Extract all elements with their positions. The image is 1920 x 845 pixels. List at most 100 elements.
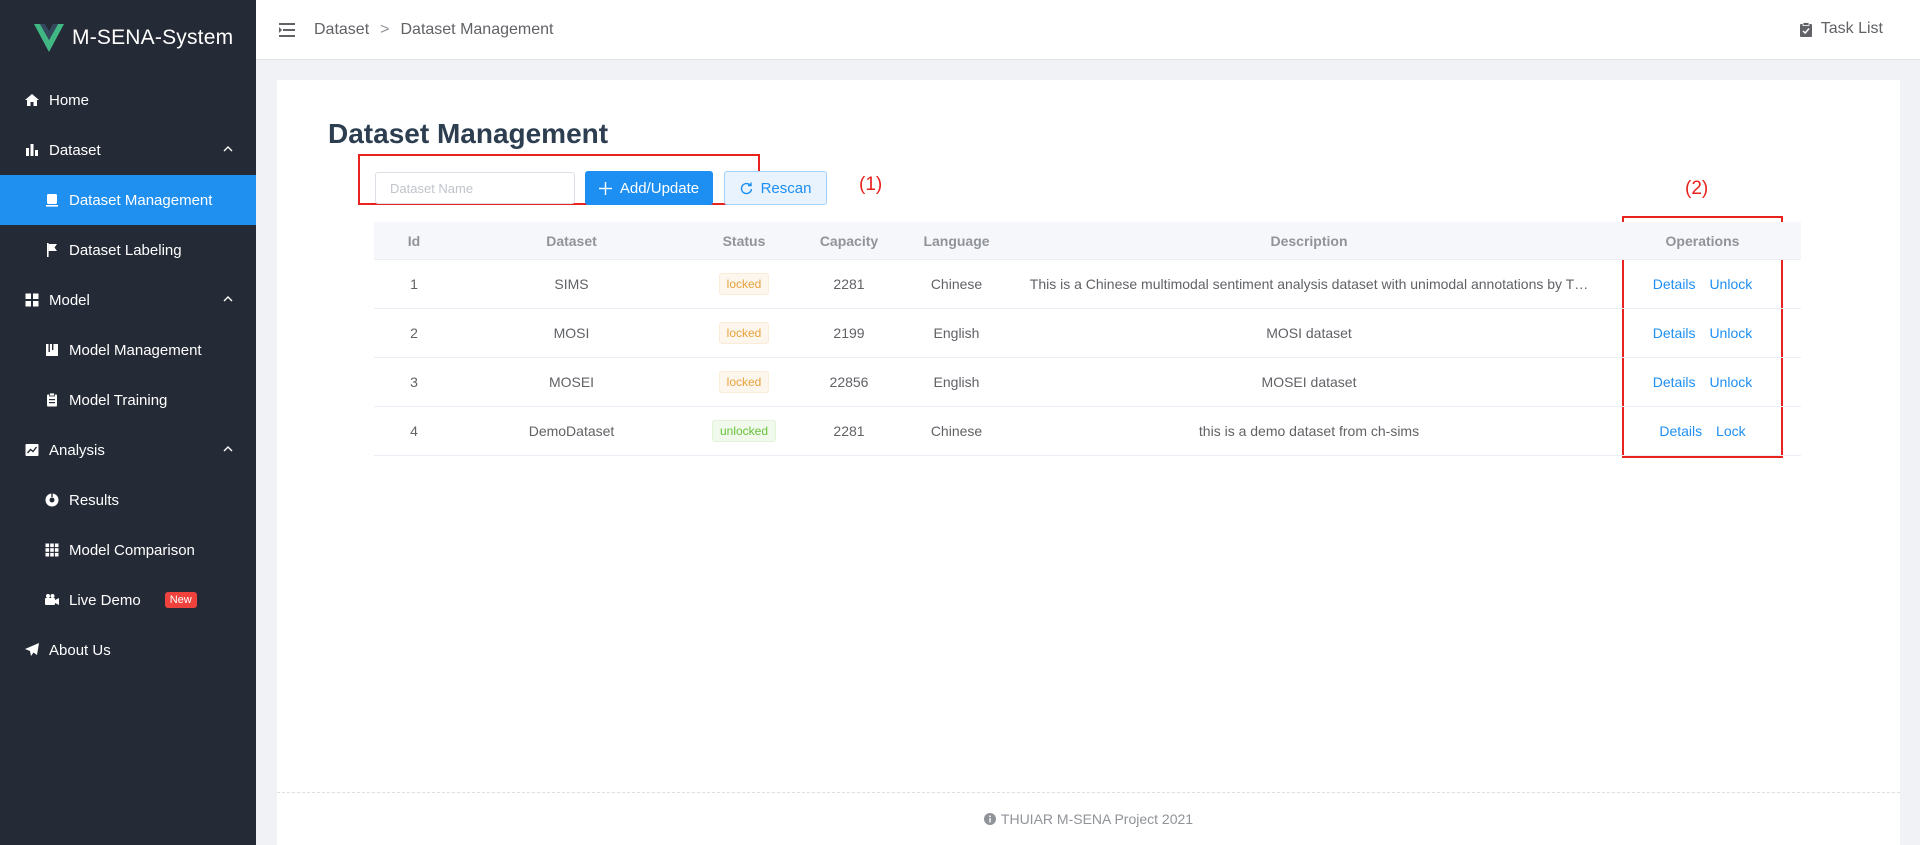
dataset-name-input[interactable] <box>375 172 575 204</box>
app-logo[interactable]: M-SENA-System <box>0 0 256 75</box>
cell-status: locked <box>689 273 799 295</box>
lock-link[interactable]: Lock <box>1716 423 1746 439</box>
plus-icon <box>598 181 612 195</box>
details-link[interactable]: Details <box>1653 374 1696 390</box>
rescan-button[interactable]: Rescan <box>724 171 827 205</box>
chevron-up-icon <box>223 446 233 452</box>
table-row: 4 DemoDataset unlocked 2281 Chinese this… <box>374 407 1801 456</box>
breadcrumb: Dataset > Dataset Management <box>314 21 553 39</box>
cell-id: 1 <box>410 276 418 292</box>
breadcrumb-separator: > <box>380 20 390 38</box>
cell-id: 4 <box>410 423 418 439</box>
sidebar-item-model-training[interactable]: Model Training <box>0 375 256 425</box>
video-camera-icon <box>44 592 60 608</box>
send-icon <box>24 642 40 658</box>
details-link[interactable]: Details <box>1659 423 1702 439</box>
cell-dataset: MOSEI <box>548 374 595 390</box>
status-badge: unlocked <box>711 420 777 442</box>
column-header-status: Status <box>722 232 766 249</box>
bar-chart-icon <box>24 142 40 158</box>
sidebar-item-label: Model Comparison <box>69 541 195 559</box>
cell-status: locked <box>689 371 799 393</box>
dataset-table: Id Dataset Status Capacity Language Desc… <box>374 222 1801 456</box>
task-list-label: Task List <box>1820 20 1883 37</box>
sidebar-item-dataset-management[interactable]: Dataset Management <box>0 175 256 225</box>
top-header: Dataset > Dataset Management Task List <box>256 0 1920 60</box>
results-icon <box>44 492 60 508</box>
cell-dataset: DemoDataset <box>528 423 615 439</box>
dataset-management-icon <box>44 192 60 208</box>
footer: THUIAR M-SENA Project 2021 <box>277 792 1900 845</box>
status-badge: locked <box>718 322 770 344</box>
table-row: 2 MOSI locked 2199 English MOSI dataset … <box>374 309 1801 358</box>
unlock-link[interactable]: Unlock <box>1709 374 1752 390</box>
cell-capacity: 2281 <box>833 423 865 439</box>
cell-id: 2 <box>410 325 418 341</box>
vue-logo-icon <box>34 23 64 52</box>
flag-icon <box>44 242 60 258</box>
details-link[interactable]: Details <box>1653 276 1696 292</box>
sidebar-item-label: Model Management <box>69 341 202 359</box>
toolbar: Add/Update Rescan <box>375 171 827 205</box>
clipboard-icon <box>44 392 60 408</box>
cell-id: 3 <box>410 374 418 390</box>
task-list-button[interactable]: Task List <box>1799 20 1883 38</box>
sidebar-item-label: Dataset Labeling <box>69 241 182 259</box>
cell-description: MOSI dataset <box>1266 325 1352 341</box>
sidebar-item-model-comparison[interactable]: Model Comparison <box>0 525 256 575</box>
sidebar-item-dataset-labeling[interactable]: Dataset Labeling <box>0 225 256 275</box>
cell-language: Chinese <box>930 276 983 292</box>
home-icon <box>24 92 40 108</box>
sidebar: M-SENA-System Home Dataset Dataset Manag… <box>0 0 256 845</box>
sidebar-item-label: Dataset <box>49 141 101 159</box>
sidebar-item-home[interactable]: Home <box>0 75 256 125</box>
cell-status: unlocked <box>689 420 799 442</box>
cell-dataset: SIMS <box>554 276 589 292</box>
sidebar-item-dataset[interactable]: Dataset <box>0 125 256 175</box>
cell-operations: Details Unlock <box>1604 276 1801 292</box>
cell-capacity: 2199 <box>833 325 865 341</box>
details-link[interactable]: Details <box>1653 325 1696 341</box>
sidebar-item-label: Dataset Management <box>69 191 213 209</box>
sidebar-item-model-management[interactable]: Model Management <box>0 325 256 375</box>
table-grid-icon <box>44 542 60 558</box>
cell-dataset: MOSI <box>553 325 590 341</box>
cell-description: this is a demo dataset from ch-sims <box>1198 423 1420 439</box>
unlock-link[interactable]: Unlock <box>1709 276 1752 292</box>
page-title: Dataset Management <box>328 118 609 149</box>
cell-language: English <box>933 374 980 390</box>
status-badge: locked <box>718 273 770 295</box>
menu-toggle-icon[interactable] <box>279 22 295 37</box>
column-header-id: Id <box>407 232 421 249</box>
unlock-link[interactable]: Unlock <box>1709 325 1752 341</box>
sidebar-item-results[interactable]: Results <box>0 475 256 525</box>
info-icon <box>983 813 996 825</box>
column-header-capacity: Capacity <box>819 232 879 249</box>
sidebar-item-label: Model <box>49 291 90 309</box>
status-badge: locked <box>718 371 770 393</box>
sidebar-item-model[interactable]: Model <box>0 275 256 325</box>
add-update-button[interactable]: Add/Update <box>585 171 713 205</box>
cell-status: locked <box>689 322 799 344</box>
sidebar-item-label: About Us <box>49 641 111 659</box>
sidebar-item-label: Live Demo <box>69 591 141 609</box>
new-badge: New <box>164 592 197 608</box>
sidebar-item-live-demo[interactable]: Live Demo New <box>0 575 256 625</box>
column-header-dataset: Dataset <box>546 232 597 249</box>
grid-icon <box>24 292 40 308</box>
sidebar-item-label: Analysis <box>49 441 105 459</box>
sidebar-item-label: Home <box>49 91 90 109</box>
breadcrumb-item-dataset-management: Dataset Management <box>400 20 554 38</box>
breadcrumb-item-dataset[interactable]: Dataset <box>314 21 369 39</box>
table-header-row: Id Dataset Status Capacity Language Desc… <box>374 222 1801 260</box>
sidebar-item-label: Model Training <box>69 391 168 409</box>
sidebar-item-analysis[interactable]: Analysis <box>0 425 256 475</box>
cell-operations: Details Unlock <box>1604 325 1801 341</box>
rescan-label: Rescan <box>760 179 812 197</box>
column-header-language: Language <box>923 232 990 249</box>
cell-capacity: 2281 <box>833 276 865 292</box>
refresh-icon <box>740 182 752 194</box>
chevron-up-icon <box>223 296 233 302</box>
column-header-description: Description <box>1270 232 1348 249</box>
sidebar-item-about-us[interactable]: About Us <box>0 625 256 675</box>
